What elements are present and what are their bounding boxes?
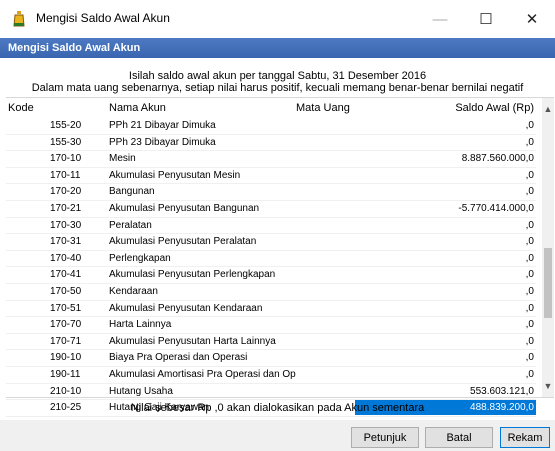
table-row[interactable]: 170-41 Akumulasi Penyusutan Perlengkapan,… — [6, 267, 536, 284]
cell-kode: 210-10 — [50, 385, 82, 397]
cell-kode: 190-11 — [50, 368, 81, 380]
cell-kode: 170-51 — [50, 302, 82, 314]
cell-nama-akun: Biaya Pra Operasi dan Operasi — [109, 352, 248, 364]
cell-saldo-awal[interactable]: ,0 — [526, 170, 534, 181]
cell-saldo-awal[interactable]: ,0 — [526, 220, 534, 231]
cell-saldo-awal[interactable]: ,0 — [526, 120, 534, 131]
cell-saldo-awal[interactable]: ,0 — [526, 137, 534, 148]
cell-kode: 170-71 — [50, 335, 82, 347]
cell-nama-akun: Akumulasi Amortisasi Pra Operasi dan Op — [109, 368, 296, 380]
table-row[interactable]: 170-10 Mesin 8.887.560.000,0 — [6, 151, 536, 168]
column-header-nama[interactable]: Nama Akun — [109, 102, 166, 114]
cell-nama-akun: Bangunan — [109, 186, 155, 198]
cell-nama-akun: Mesin — [109, 153, 136, 165]
minimize-button[interactable]: — — [417, 0, 463, 38]
table-row[interactable]: 170-50 Kendaraan ,0 — [6, 284, 536, 301]
cell-kode: 170-11 — [50, 169, 81, 181]
cell-nama-akun: Akumulasi Penyusutan Kendaraan — [109, 302, 263, 314]
cell-kode: 190-10 — [50, 352, 82, 364]
cell-nama-akun: PPh 21 Dibayar Dimuka — [109, 120, 216, 131]
cell-kode: 170-10 — [50, 153, 82, 165]
maximize-button[interactable]: ☐ — [463, 0, 509, 38]
allocation-note: Nilai sebesar Rp ,0 akan dialokasikan pa… — [130, 402, 425, 414]
cell-nama-akun: Hutang Usaha — [109, 385, 173, 397]
cell-saldo-awal[interactable]: ,0 — [526, 369, 534, 380]
table-row[interactable]: 170-51 Akumulasi Penyusutan Kendaraan ,0 — [6, 301, 536, 318]
cell-nama-akun: Perlengkapan — [109, 252, 171, 264]
cell-saldo-awal[interactable]: ,0 — [526, 352, 534, 363]
cell-nama-akun: Harta Lainnya — [109, 319, 172, 331]
scroll-up-icon[interactable]: ▲ — [542, 102, 554, 116]
table-row[interactable]: 190-10 Biaya Pra Operasi dan Operasi ,0 — [6, 350, 536, 367]
cell-kode: 170-20 — [50, 186, 82, 198]
table-row[interactable]: 170-30 Peralatan ,0 — [6, 218, 536, 235]
cell-saldo-awal[interactable]: ,0 — [526, 253, 534, 264]
dialog-header: Mengisi Saldo Awal Akun — [0, 38, 555, 58]
column-header-mata-uang[interactable]: Mata Uang — [296, 102, 350, 114]
column-header-kode[interactable]: Kode — [8, 102, 34, 114]
app-icon — [13, 11, 25, 27]
dialog-header-title: Mengisi Saldo Awal Akun — [8, 42, 141, 54]
table-row[interactable]: 170-31 Akumulasi Penyusutan Peralatan ,0 — [6, 234, 536, 251]
table-row[interactable]: 170-71 Akumulasi Penyusutan Harta Lainnya… — [6, 334, 536, 351]
cell-nama-akun: Akumulasi Penyusutan Peralatan — [109, 236, 257, 248]
cell-kode: 170-70 — [50, 319, 82, 331]
cell-kode: 170-30 — [50, 219, 82, 231]
cell-kode: 170-50 — [50, 285, 82, 297]
cancel-button[interactable]: Batal — [425, 427, 493, 448]
cell-nama-akun: PPh 23 Dibayar Dimuka — [109, 136, 216, 148]
cell-nama-akun: Akumulasi Penyusutan Mesin — [109, 169, 241, 181]
table-row[interactable]: 190-11 Akumulasi Amortisasi Pra Operasi d… — [6, 367, 536, 384]
cell-nama-akun: Kendaraan — [109, 285, 158, 297]
cell-saldo-awal[interactable]: ,0 — [526, 236, 534, 247]
table-row[interactable]: 210-10 Hutang Usaha 553.603.121,0 — [6, 384, 536, 401]
column-header-saldo[interactable]: Saldo Awal (Rp) — [455, 102, 534, 114]
table-row[interactable]: 170-21 Akumulasi Penyusutan Bangunan -5.77… — [6, 201, 536, 218]
cell-saldo-awal[interactable]: ,0 — [526, 336, 534, 347]
cell-nama-akun: Peralatan — [109, 219, 152, 231]
cell-kode: 170-41 — [50, 269, 82, 281]
table-row[interactable]: 155-30 PPh 23 Dibayar Dimuka ,0 — [6, 135, 536, 152]
cell-kode: 155-30 — [50, 136, 82, 148]
close-button[interactable]: ✕ — [509, 0, 555, 38]
cell-saldo-awal[interactable]: ,0 — [526, 286, 534, 297]
button-bar: Petunjuk Batal Rekam — [0, 420, 555, 451]
instructions: Isilah saldo awal akun per tanggal Sabtu… — [0, 70, 555, 94]
window-title: Mengisi Saldo Awal Akun — [36, 11, 170, 25]
cell-nama-akun: Akumulasi Penyusutan Bangunan — [109, 202, 260, 214]
cell-kode: 170-21 — [50, 202, 82, 214]
grid-rows: 155-20 PPh 21 Dibayar Dimuka ,0 155-30 PPh 2… — [6, 118, 536, 417]
title-bar: Mengisi Saldo Awal Akun — ☐ ✕ — [0, 0, 555, 38]
table-row[interactable]: 170-20 Bangunan ,0 — [6, 184, 536, 201]
cell-saldo-awal[interactable]: -5.770.414.000,0 — [458, 203, 534, 214]
cell-saldo-awal[interactable]: ,0 — [526, 303, 534, 314]
cell-saldo-awal[interactable]: ,0 — [526, 319, 534, 330]
account-grid[interactable]: Kode Nama Akun Mata Uang Saldo Awal (Rp)… — [6, 97, 554, 417]
cell-kode: 170-31 — [50, 236, 82, 248]
scroll-thumb[interactable] — [544, 248, 552, 318]
table-row[interactable]: 170-70 Harta Lainnya ,0 — [6, 317, 536, 334]
cell-saldo-awal[interactable]: ,0 — [526, 269, 534, 280]
table-row[interactable]: 170-11 Akumulasi Penyusutan Mesin ,0 — [6, 168, 536, 185]
table-row[interactable]: 170-40 Perlengkapan ,0 — [6, 251, 536, 268]
cell-saldo-awal[interactable]: 8.887.560.000,0 — [462, 153, 534, 164]
cell-saldo-awal[interactable]: ,0 — [526, 186, 534, 197]
instructions-line-1: Isilah saldo awal akun per tanggal Sabtu… — [128, 70, 427, 82]
help-button[interactable]: Petunjuk — [351, 427, 419, 448]
table-row[interactable]: 155-20 PPh 21 Dibayar Dimuka ,0 — [6, 118, 536, 135]
scroll-down-icon[interactable]: ▼ — [542, 379, 554, 393]
save-button[interactable]: Rekam — [500, 427, 550, 448]
vertical-scrollbar[interactable]: ▲ ▼ — [542, 98, 554, 397]
cell-nama-akun: Akumulasi Penyusutan Harta Lainnya — [109, 335, 276, 347]
cell-saldo-awal[interactable]: 553.603.121,0 — [470, 386, 534, 397]
cell-kode: 170-40 — [50, 252, 82, 264]
grid-header: Kode Nama Akun Mata Uang Saldo Awal (Rp) — [6, 98, 536, 116]
instructions-line-2: Dalam mata uang sebenarnya, setiap nilai… — [31, 82, 524, 94]
cell-kode: 155-20 — [50, 120, 82, 131]
cell-nama-akun: Akumulasi Penyusutan Perlengkapan — [109, 269, 276, 281]
